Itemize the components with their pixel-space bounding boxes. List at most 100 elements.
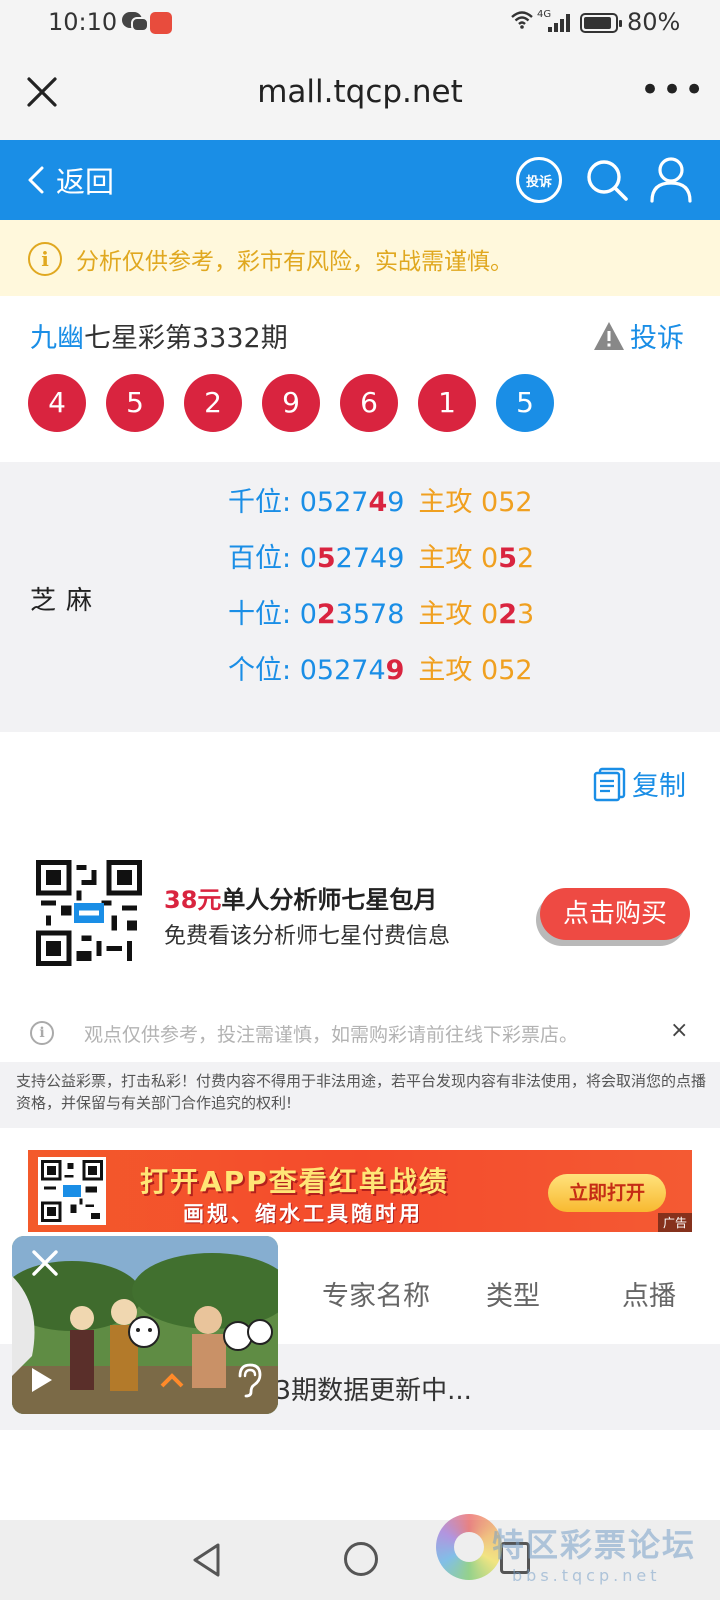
notice-text: 分析仅供参考，彩市有风险，实战需谨慎。	[76, 249, 513, 275]
issue-title: 九幽七星彩第3332期	[30, 316, 288, 355]
digit: 2	[515, 655, 533, 686]
digit: 5	[316, 543, 336, 574]
digit: 5	[498, 487, 516, 518]
main-attack: 主攻 052	[418, 543, 535, 574]
analysis-label: 芝麻	[30, 586, 103, 616]
wechat-notification-icon	[122, 12, 149, 32]
ball-5: 6	[340, 374, 398, 432]
digit: 4	[370, 543, 388, 574]
column-header-play: 点播	[622, 1281, 676, 1312]
digit: 2	[334, 487, 352, 518]
more-menu-icon[interactable]: •••	[640, 70, 706, 110]
digit: 0	[299, 543, 317, 574]
digit: 0	[299, 599, 317, 630]
ball-2: 5	[106, 374, 164, 432]
promo-title-text: 单人分析师七星包月	[221, 886, 438, 914]
battery-icon	[580, 13, 622, 33]
loading-text: 33期数据更新中...	[258, 1376, 472, 1406]
copy-icon	[593, 767, 626, 801]
digit: 5	[352, 599, 371, 630]
digit: 9	[387, 487, 405, 518]
digit: 2	[334, 655, 352, 686]
play-icon[interactable]	[32, 1368, 52, 1392]
forum-watermark: 特区彩票论坛 bbs.tqcp.net	[436, 1508, 720, 1600]
issue-label: 七星彩第3332期	[84, 323, 288, 354]
nav-back-icon[interactable]	[190, 1542, 224, 1578]
close-icon[interactable]	[28, 1246, 62, 1280]
app-notification-icon	[150, 12, 172, 34]
watermark-url: bbs.tqcp.net	[512, 1566, 661, 1585]
digit: 3	[335, 599, 353, 630]
position-name: 十位:	[228, 599, 300, 630]
browser-bar: mall.tqcp.net •••	[0, 46, 720, 140]
digit: 4	[368, 487, 388, 518]
author-name[interactable]: 九幽	[30, 323, 84, 354]
complain-button[interactable]: 投诉	[592, 316, 684, 355]
copy-button[interactable]: 复制	[592, 764, 686, 803]
info-icon: i	[30, 1021, 54, 1045]
digit: 5	[498, 655, 516, 686]
digit: 0	[481, 599, 499, 630]
status-bar: 10:10 4G 80%	[0, 0, 720, 46]
search-icon[interactable]	[584, 157, 630, 203]
column-header-type: 类型	[486, 1281, 540, 1312]
digit: 0	[481, 487, 499, 518]
position-name: 个位:	[228, 655, 300, 686]
floating-video-player[interactable]	[12, 1236, 278, 1414]
digit: 0	[481, 655, 499, 686]
main-attack: 主攻 052	[418, 487, 533, 518]
back-button[interactable]: 返回	[26, 154, 114, 206]
main-attack: 主攻 052	[418, 655, 533, 686]
digit: 2	[517, 543, 535, 574]
user-icon[interactable]	[648, 155, 694, 203]
main-attack: 主攻 023	[418, 599, 535, 630]
ear-icon[interactable]	[234, 1362, 264, 1398]
digit: 7	[370, 599, 388, 630]
digit: 0	[299, 655, 317, 686]
qr-code-image	[38, 1157, 106, 1225]
open-app-button[interactable]: 立即打开	[548, 1174, 666, 1212]
digit: 5	[316, 655, 335, 686]
digit: 2	[335, 543, 353, 574]
ball-4: 9	[262, 374, 320, 432]
banner-headline: 打开APP查看红单战绩	[140, 1165, 449, 1198]
warning-icon	[594, 321, 624, 350]
digit: 5	[498, 543, 517, 574]
ball-7: 5	[496, 374, 554, 432]
complain-icon[interactable]: 投诉	[516, 157, 562, 203]
disclaimer-text: 观点仅供参考，投注需谨慎，如需购彩请前往线下彩票店。	[84, 1024, 579, 1046]
nav-home-icon[interactable]	[344, 1542, 378, 1576]
position-row-tens: 十位: 023578 主攻 023	[228, 592, 534, 632]
promo-title: 38元单人分析师七星包月	[164, 880, 437, 915]
browser-url[interactable]: mall.tqcp.net	[0, 74, 720, 110]
position-row-thousands: 千位: 052749 主攻 052	[228, 480, 533, 520]
position-digits: 052749	[300, 543, 405, 574]
app-download-banner[interactable]: 打开APP查看红单战绩 画规、缩水工具随时用 立即打开 广告	[28, 1150, 692, 1232]
digit: 4	[368, 655, 386, 686]
buy-button[interactable]: 点击购买	[540, 888, 690, 940]
ad-tag: 广告	[657, 1213, 692, 1232]
position-row-units: 个位: 052749 主攻 052	[228, 648, 533, 688]
wifi-icon	[510, 10, 534, 36]
chevron-left-icon	[28, 166, 44, 194]
position-digits: 052749	[300, 655, 405, 686]
digit: 9	[385, 655, 405, 686]
position-row-hundreds: 百位: 052749 主攻 052	[228, 536, 534, 576]
analysis-panel: 芝麻 千位: 052749 主攻 052 百位: 052749 主攻 052 十位:…	[0, 462, 720, 732]
ball-3: 2	[184, 374, 242, 432]
complain-label: 投诉	[630, 323, 684, 354]
column-header-expert: 专家名称	[322, 1281, 430, 1312]
position-digits: 052749	[300, 487, 405, 518]
banner-subtitle: 画规、缩水工具随时用	[183, 1202, 423, 1226]
digit: 0	[481, 543, 499, 574]
digit: 0	[299, 487, 317, 518]
digit: 2	[515, 487, 533, 518]
digit: 7	[351, 655, 369, 686]
promo-price: 38元	[164, 886, 222, 914]
battery-percent: 80%	[627, 8, 681, 36]
back-label: 返回	[56, 165, 115, 199]
digit: 3	[517, 599, 535, 630]
signal-icon	[548, 14, 570, 32]
disclaimer-close-button[interactable]: ×	[670, 1018, 688, 1043]
ball-1: 4	[28, 374, 86, 432]
